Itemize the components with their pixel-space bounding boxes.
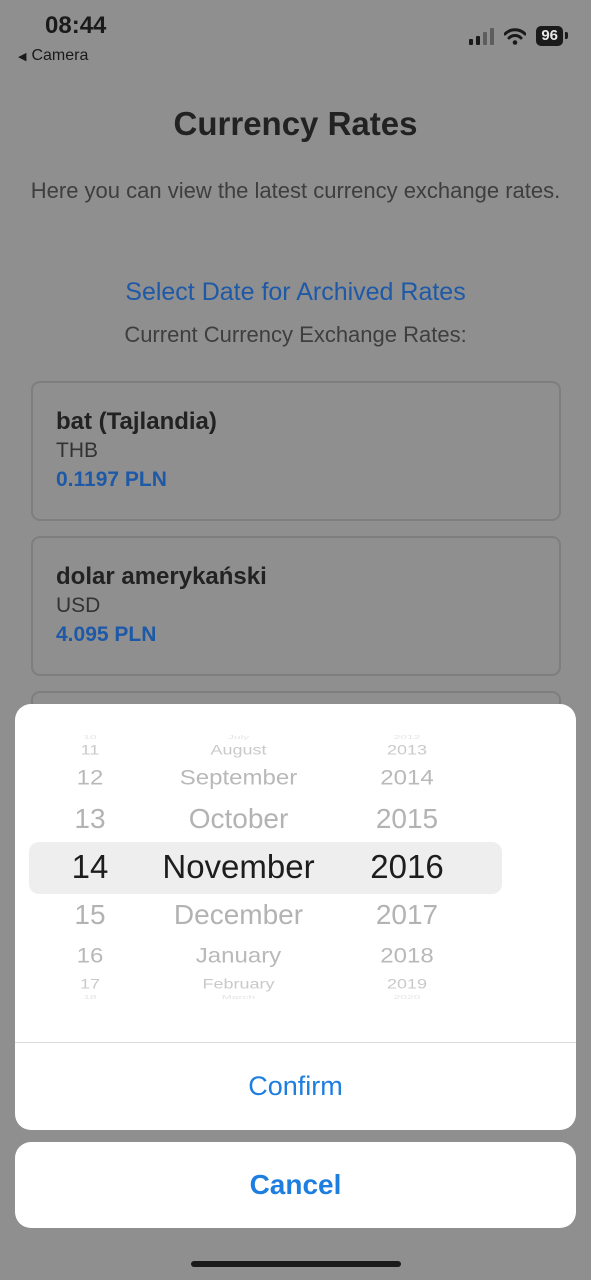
cancel-button[interactable]: Cancel — [15, 1142, 576, 1228]
day-selected[interactable]: 14 — [67, 848, 113, 886]
currency-name: bat (Tajlandia) — [56, 408, 217, 435]
date-picker-sheet: 10 11 12 13 14 15 16 17 18 July August S… — [15, 704, 576, 1130]
signal-icon — [469, 27, 495, 45]
home-indicator[interactable] — [191, 1261, 401, 1267]
confirm-button[interactable]: Confirm — [15, 1043, 576, 1130]
month-option[interactable]: December — [157, 899, 320, 931]
day-option[interactable]: 16 — [67, 943, 113, 968]
page-description: Here you can view the latest currency ex… — [30, 178, 561, 203]
status-icons: 96 — [469, 26, 568, 46]
back-app-label: Camera — [31, 47, 89, 64]
day-option[interactable]: 15 — [67, 899, 113, 931]
currency-rate: 4.095 PLN — [56, 623, 157, 646]
month-option[interactable]: October — [157, 803, 320, 835]
month-option[interactable]: September — [157, 765, 320, 790]
currency-code: USD — [56, 594, 101, 617]
year-option[interactable]: 2020 — [362, 994, 452, 1000]
day-option[interactable]: 17 — [67, 977, 113, 993]
current-rates-label: Current Currency Exchange Rates: — [124, 322, 467, 347]
year-option[interactable]: 2019 — [362, 977, 452, 993]
day-option[interactable]: 10 — [67, 734, 113, 740]
back-to-app-button[interactable]: ◀ Camera — [18, 47, 88, 65]
year-option[interactable]: 2017 — [362, 899, 452, 931]
rate-card[interactable]: dolar amerykański USD 4.095 PLN — [31, 536, 561, 676]
year-option[interactable]: 2014 — [362, 765, 452, 790]
day-option[interactable]: 12 — [67, 765, 113, 790]
month-option[interactable]: August — [157, 743, 320, 759]
wifi-icon — [504, 27, 527, 45]
select-date-link[interactable]: Select Date for Archived Rates — [0, 278, 591, 307]
currency-rate: 0.1197 PLN — [56, 468, 167, 491]
battery-icon: 96 — [536, 26, 568, 46]
year-option[interactable]: 2018 — [362, 943, 452, 968]
year-selected[interactable]: 2016 — [362, 848, 452, 886]
year-option[interactable]: 2015 — [362, 803, 452, 835]
status-time: 08:44 — [45, 12, 107, 39]
day-option[interactable]: 11 — [67, 743, 113, 759]
day-option[interactable]: 13 — [67, 803, 113, 835]
back-triangle-icon: ◀ — [18, 50, 27, 63]
date-picker[interactable]: 10 11 12 13 14 15 16 17 18 July August S… — [15, 704, 576, 1042]
month-option[interactable]: March — [157, 994, 320, 1000]
currency-code: THB — [56, 439, 98, 462]
year-option[interactable]: 2012 — [362, 734, 452, 740]
currency-name: dolar amerykański — [56, 563, 267, 590]
day-option[interactable]: 18 — [67, 994, 113, 1000]
year-option[interactable]: 2013 — [362, 743, 452, 759]
page-title: Currency Rates — [173, 105, 418, 142]
month-option[interactable]: July — [157, 734, 320, 740]
month-option[interactable]: January — [157, 943, 320, 968]
rate-card[interactable]: bat (Tajlandia) THB 0.1197 PLN — [31, 381, 561, 521]
month-selected[interactable]: November — [157, 848, 320, 886]
month-option[interactable]: February — [157, 977, 320, 993]
